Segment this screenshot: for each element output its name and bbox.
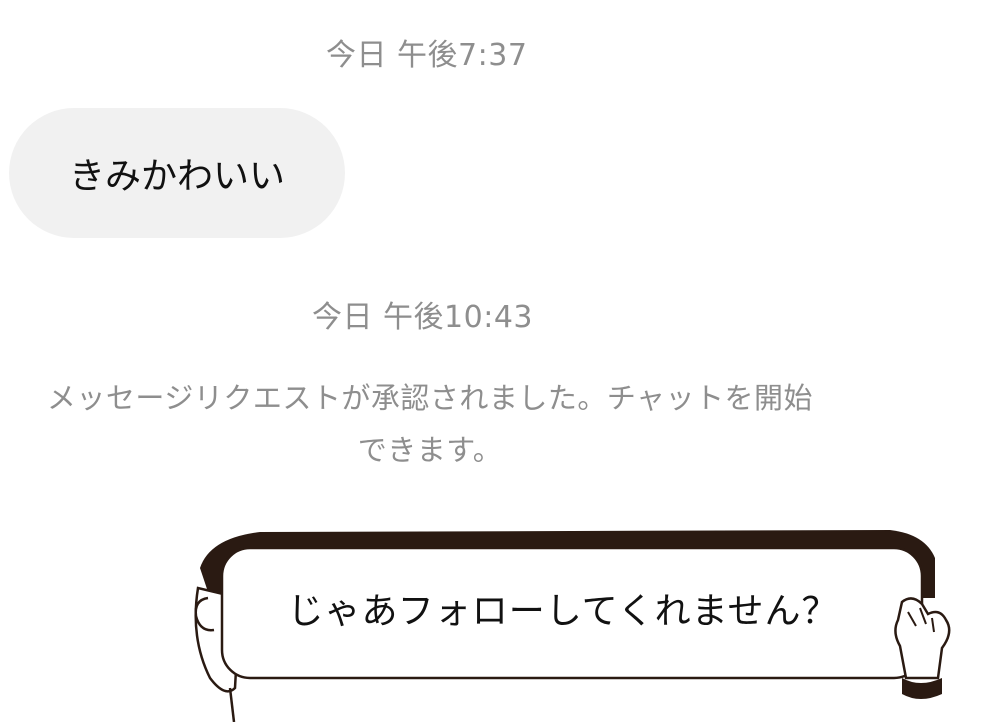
received-message-text: きみかわいい <box>68 156 285 197</box>
received-message-bubble[interactable]: きみかわいい <box>9 108 345 238</box>
notice-line: メッセージリクエストが承認されました。チャットを開始 <box>46 381 814 415</box>
message-timestamp: 今日 午後7:37 <box>326 38 528 73</box>
notice-line: できます。 <box>357 433 503 467</box>
message-timestamp: 今日 午後10:43 <box>312 300 533 335</box>
sign-message-text: じゃあフォローしてくれません？ <box>287 591 839 632</box>
request-accepted-notice: メッセージリクエストが承認されました。チャットを開始 できます。 <box>20 372 840 476</box>
